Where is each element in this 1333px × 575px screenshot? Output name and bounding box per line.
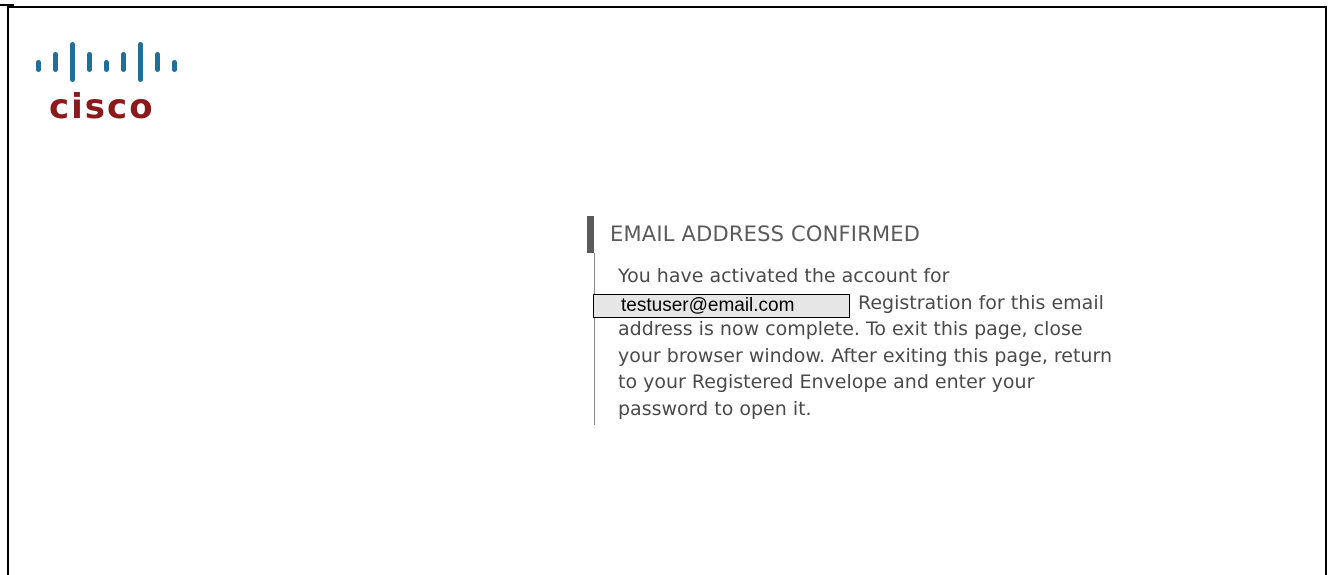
page-title: EMAIL ADDRESS CONFIRMED — [610, 222, 921, 246]
email-address-field: testuser@email.com — [593, 294, 850, 318]
cisco-logo: cisco — [35, 38, 195, 128]
confirmation-panel: EMAIL ADDRESS CONFIRMED You have activat… — [587, 216, 1187, 426]
message-line-3: address is now complete. To exit this pa… — [618, 318, 1083, 340]
panel-accent-bar — [587, 216, 594, 253]
cisco-wordmark: cisco — [49, 87, 155, 127]
message-line-6: password to open it. — [618, 397, 812, 420]
message-line-1: You have activated the account for — [618, 265, 950, 287]
message-line-5: to your Registered Envelope and enter yo… — [618, 371, 1035, 393]
panel-divider-line — [594, 253, 595, 425]
confirmation-message: You have activated the account for Regis… — [618, 263, 1183, 422]
cisco-bridge-icon — [36, 42, 177, 82]
message-line-4: your browser window. After exiting this … — [618, 344, 1112, 367]
page-frame: cisco EMAIL ADDRESS CONFIRMED You have a… — [7, 6, 1327, 575]
